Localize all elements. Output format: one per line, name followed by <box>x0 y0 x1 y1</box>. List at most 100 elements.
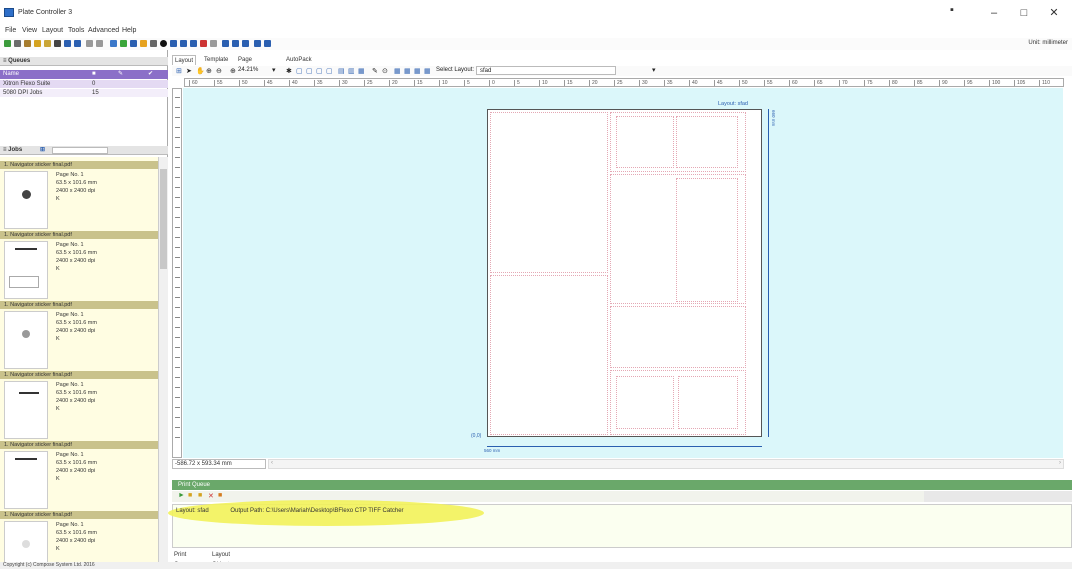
layout-slot[interactable] <box>616 116 674 168</box>
printer-icon[interactable]: ■ <box>218 492 222 499</box>
rotate-icon[interactable]: ▦ <box>404 67 411 75</box>
view-mode-icon[interactable] <box>232 40 239 47</box>
layout-slot[interactable] <box>490 112 608 273</box>
pen-icon[interactable]: ✎ <box>372 67 378 75</box>
menu-layout[interactable]: Layout <box>42 27 63 34</box>
scrollbar-thumb[interactable] <box>160 169 167 269</box>
pin-icon[interactable]: ▪ <box>940 2 964 18</box>
list-item[interactable]: 1. Navigator sticker final.pdf Page No. … <box>0 511 158 562</box>
plate-layout[interactable] <box>487 109 762 437</box>
duplicate-icon[interactable]: ▢ <box>326 67 333 75</box>
zoom-in-icon[interactable]: ⊕ <box>206 67 212 75</box>
tab-autopack[interactable]: AutoPack <box>284 55 314 65</box>
filter-icon[interactable]: ⊞ <box>40 146 45 155</box>
rect-stack-icon[interactable]: ▢ <box>306 67 313 75</box>
print-queue-row[interactable]: Layout: sfad Output Path: C:\Users\Maria… <box>176 508 404 514</box>
list-item[interactable]: 1. Navigator sticker final.pdf Page No. … <box>0 231 158 301</box>
layout-slot[interactable] <box>610 306 746 368</box>
tile-icon[interactable] <box>254 40 261 47</box>
record-icon[interactable] <box>160 40 167 47</box>
add-icon[interactable]: ✱ <box>286 67 292 75</box>
queue-row[interactable]: Xitron Flexo Suite 0 <box>0 80 168 88</box>
edit-icon[interactable]: ✎ <box>118 70 123 79</box>
column-name[interactable]: Name <box>3 70 19 79</box>
list-icon[interactable]: ■ <box>198 492 202 499</box>
play-icon[interactable] <box>4 40 11 47</box>
menu-advanced[interactable]: Advanced <box>88 27 119 34</box>
gear-icon[interactable]: ■ <box>92 70 96 79</box>
scroll-right-icon[interactable]: › <box>1059 460 1061 466</box>
grid-icon[interactable]: ▦ <box>358 67 365 75</box>
save-all-icon[interactable] <box>74 40 81 47</box>
layout-slot[interactable] <box>676 116 738 168</box>
link-icon[interactable]: ⊙ <box>382 67 388 75</box>
zoom-level[interactable]: 24.21% <box>238 67 258 73</box>
layers-icon[interactable] <box>180 40 187 47</box>
minimize-button[interactable]: – <box>982 5 1006 21</box>
delete-icon[interactable]: ✕ <box>208 492 214 500</box>
close-button[interactable]: ✕ <box>1042 5 1066 21</box>
star-icon[interactable] <box>140 40 147 47</box>
pointer-icon[interactable]: ➤ <box>186 67 192 75</box>
select-layout-dropdown[interactable]: sfad <box>476 66 616 75</box>
layout-slot[interactable] <box>676 178 738 302</box>
layout-slot[interactable] <box>678 376 738 429</box>
list-item[interactable]: 1. Navigator sticker final.pdf Page No. … <box>0 161 158 231</box>
layout-slot[interactable] <box>616 376 674 429</box>
import-icon[interactable] <box>110 40 117 47</box>
canvas-horizontal-scrollbar[interactable]: ‹ › <box>268 459 1064 469</box>
unit-selector[interactable]: Unit: millimeter <box>1028 40 1068 46</box>
export-icon[interactable] <box>130 40 137 47</box>
chevron-down-icon[interactable]: ▾ <box>272 66 276 74</box>
tab-layout-objects[interactable]: Layout Objects <box>210 550 234 568</box>
tab-template[interactable]: Template <box>202 55 230 65</box>
align-icon[interactable]: ▤ <box>338 67 345 75</box>
undo-icon[interactable] <box>86 40 93 47</box>
menu-view[interactable]: View <box>22 27 37 34</box>
tab-page-preview[interactable]: Page Preview <box>236 55 261 73</box>
chevron-down-icon[interactable]: ▾ <box>652 66 656 74</box>
select-icon[interactable]: ⊞ <box>176 67 182 75</box>
tab-layout[interactable]: Layout <box>172 55 197 65</box>
copy-icon[interactable] <box>150 40 157 47</box>
list-item[interactable]: 1. Navigator sticker final.pdf Page No. … <box>0 301 158 371</box>
refresh-icon[interactable] <box>120 40 127 47</box>
list-item[interactable]: 1. Navigator sticker final.pdf Page No. … <box>0 371 158 441</box>
list-item[interactable]: 1. Navigator sticker final.pdf Page No. … <box>0 441 158 511</box>
layout-icon[interactable]: ▦ <box>424 67 431 75</box>
layout-slot[interactable] <box>490 275 608 435</box>
cascade-icon[interactable] <box>264 40 271 47</box>
copy-icon[interactable]: ▢ <box>316 67 323 75</box>
redo-icon[interactable] <box>96 40 103 47</box>
check-icon[interactable]: ✔ <box>148 70 153 79</box>
stop-icon[interactable] <box>200 40 207 47</box>
play-icon[interactable]: ► <box>178 492 185 499</box>
save-icon[interactable] <box>64 40 71 47</box>
jobs-search-input[interactable] <box>52 147 108 154</box>
menu-tools[interactable]: Tools <box>68 27 84 34</box>
view-icon[interactable] <box>222 40 229 47</box>
menu-help[interactable]: Help <box>122 27 136 34</box>
settings-icon[interactable] <box>210 40 217 47</box>
pan-icon[interactable]: ✋ <box>196 67 205 75</box>
delete-icon[interactable] <box>54 40 61 47</box>
queue-row[interactable]: 5080 DPI Jobs 15 <box>0 89 168 97</box>
tab-print-queue[interactable]: Print Queue <box>172 550 194 568</box>
plate-icon[interactable] <box>190 40 197 47</box>
grid-icon[interactable] <box>14 40 21 47</box>
mirror-icon[interactable]: ▦ <box>414 67 421 75</box>
open-icon[interactable] <box>34 40 41 47</box>
window-icon[interactable] <box>242 40 249 47</box>
pause-icon[interactable]: ■ <box>188 492 192 499</box>
folder-icon[interactable] <box>24 40 31 47</box>
layout-icon[interactable] <box>170 40 177 47</box>
distribute-icon[interactable]: ▥ <box>348 67 355 75</box>
zoom-out-icon[interactable]: ⊖ <box>216 67 222 75</box>
jobs-scrollbar[interactable] <box>158 157 168 562</box>
rect-icon[interactable]: ▢ <box>296 67 303 75</box>
open-folder-icon[interactable] <box>44 40 51 47</box>
flip-icon[interactable]: ▦ <box>394 67 401 75</box>
menu-file[interactable]: File <box>5 27 16 34</box>
scroll-left-icon[interactable]: ‹ <box>271 460 273 466</box>
maximize-button[interactable]: □ <box>1012 5 1036 21</box>
